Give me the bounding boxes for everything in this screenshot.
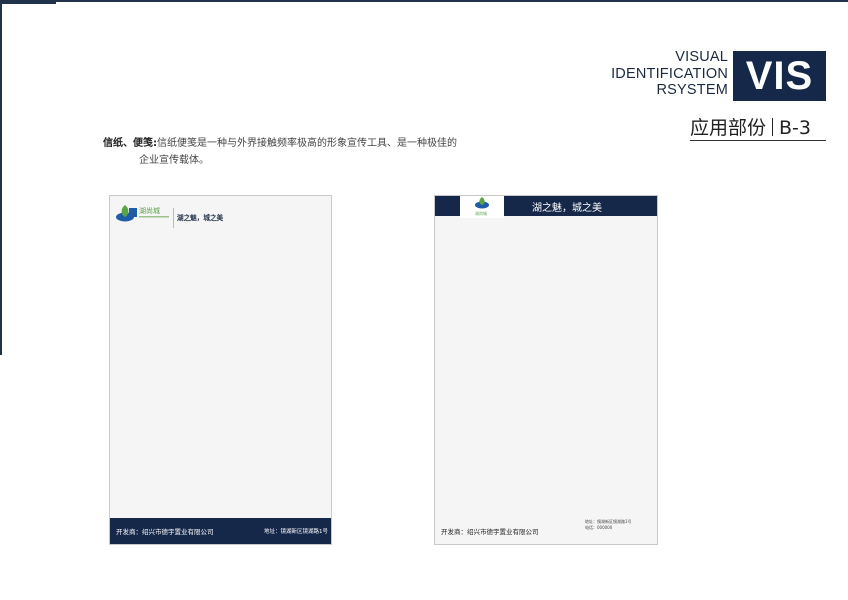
vis-line-system: RSYSTEM: [656, 82, 728, 98]
address-text: 地址：镜湖新区镜湖路1号: [263, 529, 328, 535]
brand-logo-text: 湖尚城: [139, 206, 160, 215]
phone-text: 电话：000000: [585, 524, 613, 530]
top-border: [0, 0, 848, 2]
description-line2: 企业宣传载体。: [139, 155, 209, 166]
section-code: B-3: [779, 117, 811, 139]
vis-badge: VIS: [733, 51, 826, 101]
left-border: [0, 0, 2, 355]
vis-title: VISUAL IDENTIFICATION RSYSTEM: [611, 49, 728, 99]
address-text: 地址：镜湖新区镜湖路1号: [585, 519, 632, 524]
description-line1: 信纸便笺是一种与外界接触频率极高的形象宣传工具、是一种极佳的: [157, 138, 457, 149]
letterhead-footer: 开发商：绍兴市德宇置业有限公司 地址：镜湖新区镜湖路1号 电话：000000: [441, 519, 651, 539]
vis-line-visual: VISUAL: [675, 49, 728, 65]
letterhead-sheet-a: 湖尚城 湖之魅，城之美 开发商：绍兴市德宇置业有限公司 地址：镜湖新区镜湖路1号: [109, 195, 332, 545]
brand-logo: 湖尚城: [115, 203, 175, 225]
description: 信纸、便笺:信纸便笺是一种与外界接触频率极高的形象宣传工具、是一种极佳的 企业宣…: [103, 135, 457, 169]
section-separator: [772, 118, 774, 136]
letterhead-sheet-b: 湖尚城 湖之魅，城之美 开发商：绍兴市德宇置业有限公司 地址：镜湖新区镜湖路1号…: [434, 195, 658, 545]
vis-line-identification: IDENTIFICATION: [611, 65, 728, 82]
description-heading: 信纸、便笺:: [103, 138, 157, 149]
developer-text: 开发商：绍兴市德宇置业有限公司: [116, 528, 214, 536]
letterhead-slogan: 湖之魅，城之美: [532, 203, 602, 214]
brand-logo-box: 湖尚城: [460, 196, 504, 218]
section-title: 应用部份 B-3: [690, 113, 811, 140]
contact-info: 地址：镜湖新区镜湖路1号 电话：000000: [585, 519, 632, 530]
letterhead-footer: 开发商：绍兴市德宇置业有限公司 地址：镜湖新区镜湖路1号: [110, 518, 331, 544]
letterhead-slogan: 湖之魅，城之美: [173, 208, 223, 228]
developer-text: 开发商：绍兴市德宇置业有限公司: [441, 528, 539, 536]
brand-logo-text: 湖尚城: [475, 210, 487, 216]
letterhead-header-band: 湖尚城 湖之魅，城之美: [435, 196, 657, 218]
section-name: 应用部份: [690, 117, 767, 139]
brand-logo-icon: 湖尚城: [116, 205, 169, 222]
section-underline: [690, 140, 826, 141]
brand-logo-icon: 湖尚城: [475, 197, 489, 216]
corner-mark: [2, 2, 56, 4]
